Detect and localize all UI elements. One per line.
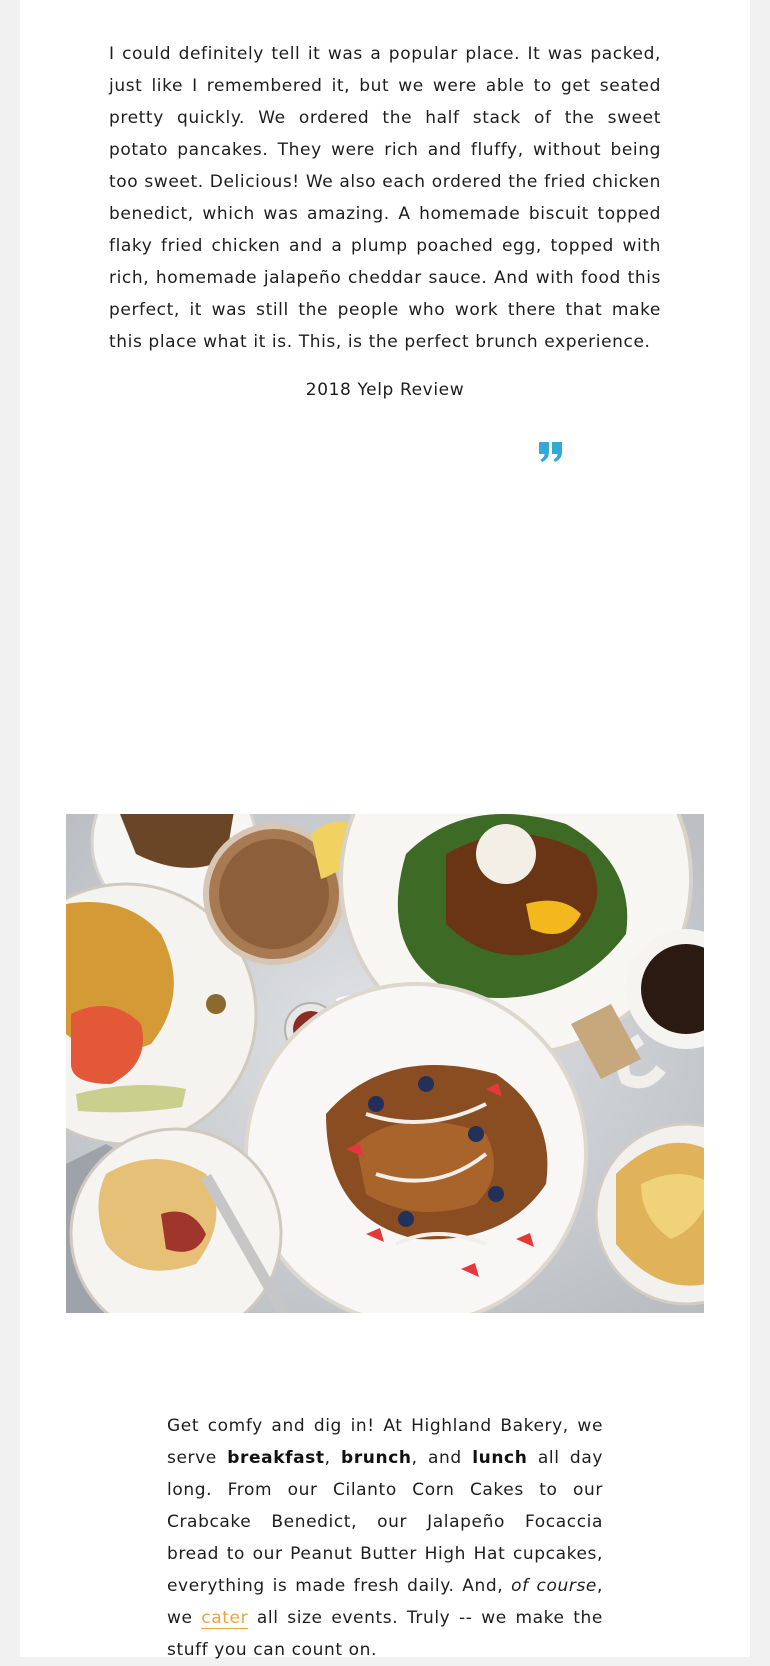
quote-open-icon: [207, 0, 237, 4]
lunch-highlight: lunch: [472, 1448, 528, 1468]
brunch-highlight: brunch: [341, 1448, 412, 1468]
content-card: I could definitely tell it was a popular…: [20, 0, 750, 1660]
food-photo-image: [66, 814, 704, 1313]
of-course-emphasis: of course: [511, 1576, 597, 1596]
intro-text-2: all day long. From our Cilanto Corn Cake…: [167, 1448, 603, 1596]
intro-sep-1: ,: [324, 1448, 342, 1468]
cater-link[interactable]: cater: [201, 1608, 249, 1629]
intro-paragraph: Get comfy and dig in! At Highland Bakery…: [167, 1410, 603, 1666]
intro-sep-2: , and: [411, 1448, 473, 1468]
testimonial-source: 2018 Yelp Review: [305, 380, 465, 400]
testimonial-body: I could definitely tell it was a popular…: [109, 44, 661, 352]
breakfast-highlight: breakfast: [227, 1448, 325, 1468]
quote-close-icon: [538, 441, 564, 463]
